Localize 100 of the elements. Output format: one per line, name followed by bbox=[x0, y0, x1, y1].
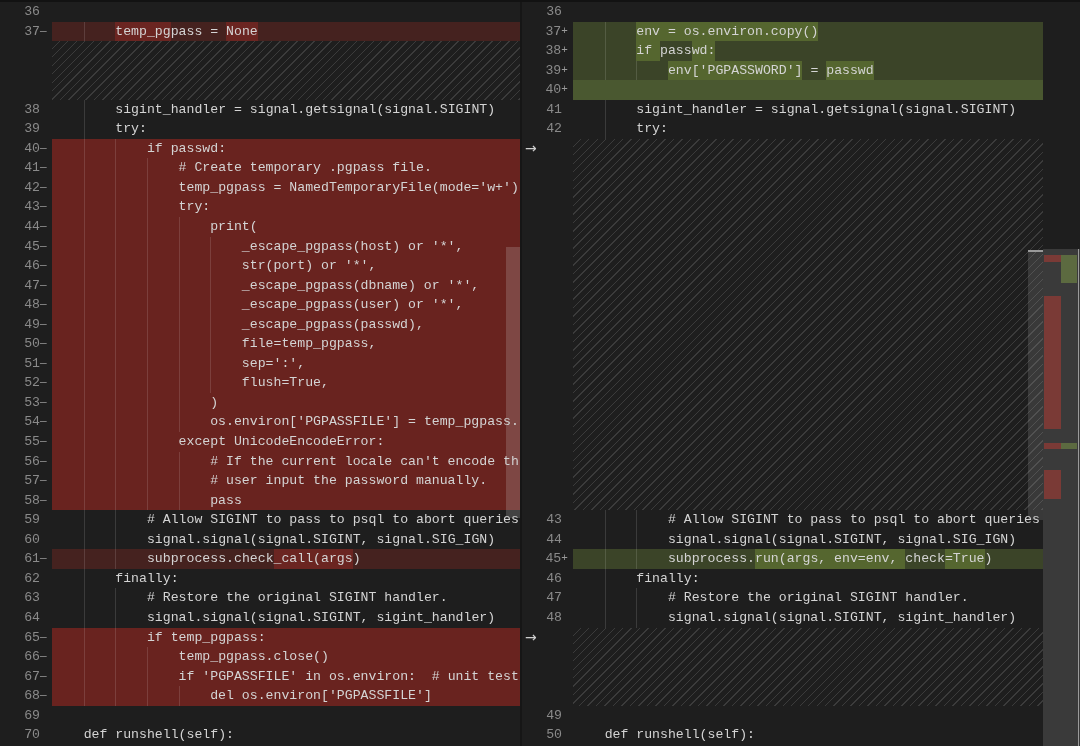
line-number: 41 bbox=[23, 159, 40, 178]
line-number: 42 bbox=[23, 178, 40, 197]
line-number: 53 bbox=[23, 393, 40, 412]
change-marker: — bbox=[40, 219, 48, 234]
code-line: str(port) or '*', bbox=[52, 256, 377, 276]
revert-arrow-button[interactable]: → bbox=[522, 138, 540, 159]
change-marker: — bbox=[40, 394, 48, 410]
line-number: 52 bbox=[23, 374, 40, 393]
code-line: try: bbox=[573, 119, 668, 139]
line-number: 65 bbox=[23, 628, 40, 647]
line-number: 50 bbox=[23, 335, 40, 354]
change-marker: — bbox=[40, 336, 48, 352]
change-marker: + bbox=[561, 43, 569, 59]
line-number: 62 bbox=[23, 569, 40, 588]
code-line: subprocess.run(args, env=env, check=True) bbox=[573, 549, 993, 569]
line-number: 37 bbox=[544, 22, 562, 41]
line-number: 59 bbox=[23, 511, 40, 530]
line-number: 54 bbox=[23, 413, 40, 432]
line-number: 36 bbox=[545, 3, 562, 21]
line-number: 47 bbox=[545, 589, 562, 608]
change-marker: — bbox=[40, 453, 48, 469]
line-number: 45 bbox=[544, 550, 562, 569]
code-line: # Restore the original SIGINT handler. bbox=[573, 588, 969, 608]
change-marker: — bbox=[40, 375, 48, 391]
line-number: 56 bbox=[23, 452, 40, 471]
code-line: temp_pgpass.close() bbox=[52, 647, 329, 667]
change-marker: — bbox=[40, 629, 48, 645]
code-line: pass bbox=[52, 490, 242, 511]
change-marker: — bbox=[40, 160, 48, 176]
change-marker: — bbox=[40, 473, 48, 489]
code-line: signal.signal(signal.SIGINT, sigint_handler) bbox=[573, 608, 1017, 628]
line-number: 40 bbox=[23, 139, 40, 158]
code-line: if passwd: bbox=[573, 41, 716, 61]
change-marker: — bbox=[40, 23, 48, 39]
code-line: finally: bbox=[573, 568, 700, 589]
line-number: 43 bbox=[23, 198, 40, 217]
change-marker: — bbox=[40, 355, 48, 371]
line-number: 40 bbox=[544, 81, 562, 100]
change-marker: — bbox=[40, 414, 48, 430]
change-marker: — bbox=[40, 179, 48, 195]
code-line: sigint_handler = signal.getsignal(signal.SIGINT) bbox=[52, 99, 496, 120]
change-marker: + bbox=[561, 551, 569, 567]
change-marker: — bbox=[40, 688, 48, 704]
line-number: 70 bbox=[23, 726, 40, 745]
line-number: 57 bbox=[23, 472, 40, 491]
revert-arrow-button[interactable]: → bbox=[522, 627, 540, 648]
code-line: def runshell(self): bbox=[603, 726, 755, 745]
line-number: 38 bbox=[544, 42, 562, 61]
code-line: signal.signal(signal.SIGINT, sigint_handler) bbox=[52, 607, 496, 628]
change-marker: — bbox=[40, 277, 48, 293]
code-line: flush=True, bbox=[52, 373, 329, 393]
change-marker: + bbox=[561, 23, 569, 39]
line-number: 68 bbox=[23, 687, 40, 706]
change-marker: — bbox=[40, 199, 48, 215]
change-marker: — bbox=[40, 258, 48, 274]
change-marker: — bbox=[40, 434, 48, 450]
line-number: 60 bbox=[23, 530, 40, 549]
line-number: 44 bbox=[23, 218, 40, 236]
line-number: 67 bbox=[23, 667, 40, 686]
line-number: 45 bbox=[23, 237, 40, 256]
change-marker: — bbox=[40, 551, 48, 567]
code-line: del os.environ['PGPASSFILE'] bbox=[52, 686, 432, 706]
line-number: 48 bbox=[545, 609, 562, 627]
code-line: env['PGPASSWORD'] = passwd bbox=[573, 60, 874, 81]
change-marker: — bbox=[40, 668, 48, 684]
line-number: 41 bbox=[545, 100, 562, 119]
code-line: subprocess.check_call(args) bbox=[52, 549, 361, 569]
line-number: 44 bbox=[545, 530, 562, 549]
line-number: 39 bbox=[23, 120, 40, 139]
code-line: except UnicodeEncodeError: bbox=[52, 432, 385, 452]
line-number: 50 bbox=[545, 726, 562, 745]
code-line: file=temp_pgpass, bbox=[52, 334, 377, 354]
change-marker: — bbox=[40, 316, 48, 332]
line-number: 61 bbox=[23, 550, 40, 569]
line-number: 42 bbox=[545, 120, 562, 139]
line-number: 49 bbox=[545, 706, 562, 725]
line-number: 69 bbox=[23, 706, 40, 725]
line-number: 47 bbox=[23, 276, 40, 295]
code-line: finally: bbox=[52, 568, 179, 589]
code-line: def runshell(self): bbox=[82, 726, 234, 745]
change-marker: — bbox=[40, 649, 48, 665]
code-line: sigint_handler = signal.getsignal(signal.SIGINT) bbox=[573, 99, 1017, 120]
line-number: 55 bbox=[23, 433, 40, 452]
line-number: 48 bbox=[23, 296, 40, 315]
change-marker: — bbox=[40, 238, 48, 254]
line-number: 58 bbox=[23, 491, 40, 510]
change-marker: — bbox=[40, 492, 48, 508]
line-number: 43 bbox=[545, 511, 562, 530]
code-line: # Create temporary .pgpass file. bbox=[52, 158, 432, 178]
line-number: 36 bbox=[23, 3, 40, 21]
line-number: 49 bbox=[23, 315, 40, 334]
change-marker: + bbox=[561, 82, 569, 98]
line-number: 66 bbox=[23, 648, 40, 667]
line-number: 37 bbox=[23, 22, 40, 41]
code-line: print( bbox=[52, 217, 258, 237]
code-line: # Allow SIGINT to pass to psql to abort queries bbox=[573, 510, 1040, 530]
line-number: 46 bbox=[545, 569, 562, 588]
code-line: _escape_pgpass(user) or '*', bbox=[52, 295, 464, 315]
code-line: # user input the password manually. bbox=[52, 471, 488, 491]
change-marker: — bbox=[40, 140, 48, 156]
